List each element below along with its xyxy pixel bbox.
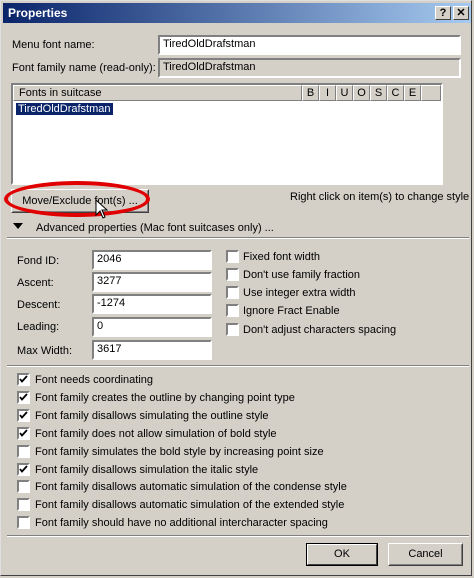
- col-filler: [421, 85, 441, 101]
- col-e[interactable]: E: [404, 85, 421, 101]
- fixed-font-width-checkbox[interactable]: [226, 250, 239, 263]
- flag-checkbox[interactable]: [17, 480, 30, 494]
- list-header-fonts[interactable]: Fonts in suitcase: [13, 85, 302, 101]
- fond-id-label: Fond ID:: [17, 255, 60, 267]
- flag-label: Font family disallows simulating the out…: [35, 409, 269, 422]
- checkmark-icon: [19, 429, 28, 437]
- col-i[interactable]: I: [319, 85, 336, 101]
- mouse-cursor-icon: [95, 199, 109, 219]
- flag-checkbox[interactable]: [17, 408, 30, 422]
- flag-checkbox[interactable]: [17, 498, 30, 512]
- highlight-ring: [4, 181, 150, 217]
- leading-input[interactable]: 0: [92, 317, 212, 337]
- flag-label: Font family should have no additional in…: [35, 517, 328, 530]
- list-item[interactable]: TiredOldDrafstman: [16, 103, 113, 115]
- no-adjust-spacing-label: Don't adjust characters spacing: [243, 324, 397, 336]
- ok-button[interactable]: OK: [306, 543, 378, 566]
- flag-label: Font family simulates the bold style by …: [35, 445, 324, 458]
- flag-checkbox[interactable]: [17, 516, 30, 530]
- ascent-label: Ascent:: [17, 277, 54, 289]
- family-name-label: Font family name (read-only):: [12, 62, 156, 74]
- title-bar[interactable]: Properties ? ✕: [3, 3, 471, 23]
- menu-font-input[interactable]: TiredOldDrafstman: [158, 35, 461, 55]
- max-width-label: Max Width:: [17, 345, 73, 357]
- checkmark-icon: [19, 375, 28, 383]
- no-adjust-spacing-checkbox[interactable]: [226, 323, 239, 336]
- help-button[interactable]: ?: [435, 6, 451, 20]
- window-title: Properties: [8, 6, 68, 20]
- cancel-button[interactable]: Cancel: [388, 543, 463, 566]
- separator: [7, 535, 469, 537]
- flag-label: Font family disallows automatic simulati…: [35, 481, 347, 494]
- col-u[interactable]: U: [336, 85, 353, 101]
- descent-input[interactable]: -1274: [92, 294, 212, 314]
- leading-label: Leading:: [17, 321, 60, 333]
- flag-checkbox[interactable]: [17, 444, 30, 458]
- fonts-in-suitcase-list[interactable]: Fonts in suitcase B I U O S C E TiredOld…: [11, 83, 443, 185]
- checkmark-icon: [19, 393, 28, 401]
- ignore-fract-enable-checkbox[interactable]: [226, 304, 239, 317]
- checkmark-icon: [19, 411, 28, 419]
- checkmark-icon: [19, 464, 28, 473]
- collapse-triangle-icon[interactable]: [13, 223, 23, 231]
- fond-id-input[interactable]: 2046: [92, 250, 212, 270]
- flag-label: Font family disallows simulation the ita…: [35, 463, 259, 476]
- right-click-hint: Right click on item(s) to change style: [290, 191, 470, 203]
- separator: [7, 365, 469, 367]
- flag-label: Font family creates the outline by chang…: [35, 391, 295, 404]
- col-b[interactable]: B: [302, 85, 319, 101]
- col-c[interactable]: C: [387, 85, 404, 101]
- flag-checkbox[interactable]: [17, 390, 30, 404]
- flag-label: Font family disallows automatic simulati…: [35, 499, 345, 512]
- close-button[interactable]: ✕: [453, 6, 469, 20]
- flag-checkbox[interactable]: [17, 373, 30, 386]
- flag-label: Font family does not allow simulation of…: [35, 427, 277, 440]
- cancel-label: Cancel: [408, 548, 443, 560]
- fixed-font-width-label: Fixed font width: [243, 251, 321, 263]
- menu-font-label: Menu font name:: [12, 39, 95, 51]
- integer-extra-width-label: Use integer extra width: [243, 287, 356, 299]
- no-family-fraction-label: Don't use family fraction: [243, 269, 361, 281]
- family-name-field: TiredOldDrafstman: [158, 58, 461, 78]
- separator: [7, 237, 469, 239]
- properties-dialog: Properties ? ✕ Menu font name: TiredOldD…: [0, 0, 472, 576]
- max-width-input[interactable]: 3617: [92, 340, 212, 360]
- flag-label: Font needs coordinating: [35, 374, 154, 386]
- ascent-input[interactable]: 3277: [92, 272, 212, 292]
- flag-checkbox[interactable]: [17, 426, 30, 440]
- no-family-fraction-checkbox[interactable]: [226, 268, 239, 281]
- integer-extra-width-checkbox[interactable]: [226, 286, 239, 299]
- ignore-fract-enable-label: Ignore Fract Enable: [243, 305, 340, 317]
- advanced-properties-label[interactable]: Advanced properties (Mac font suitcases …: [36, 222, 274, 234]
- descent-label: Descent:: [17, 299, 61, 311]
- col-s[interactable]: S: [370, 85, 387, 101]
- flag-checkbox[interactable]: [17, 462, 30, 476]
- col-o[interactable]: O: [353, 85, 370, 101]
- ok-label: OK: [334, 548, 350, 560]
